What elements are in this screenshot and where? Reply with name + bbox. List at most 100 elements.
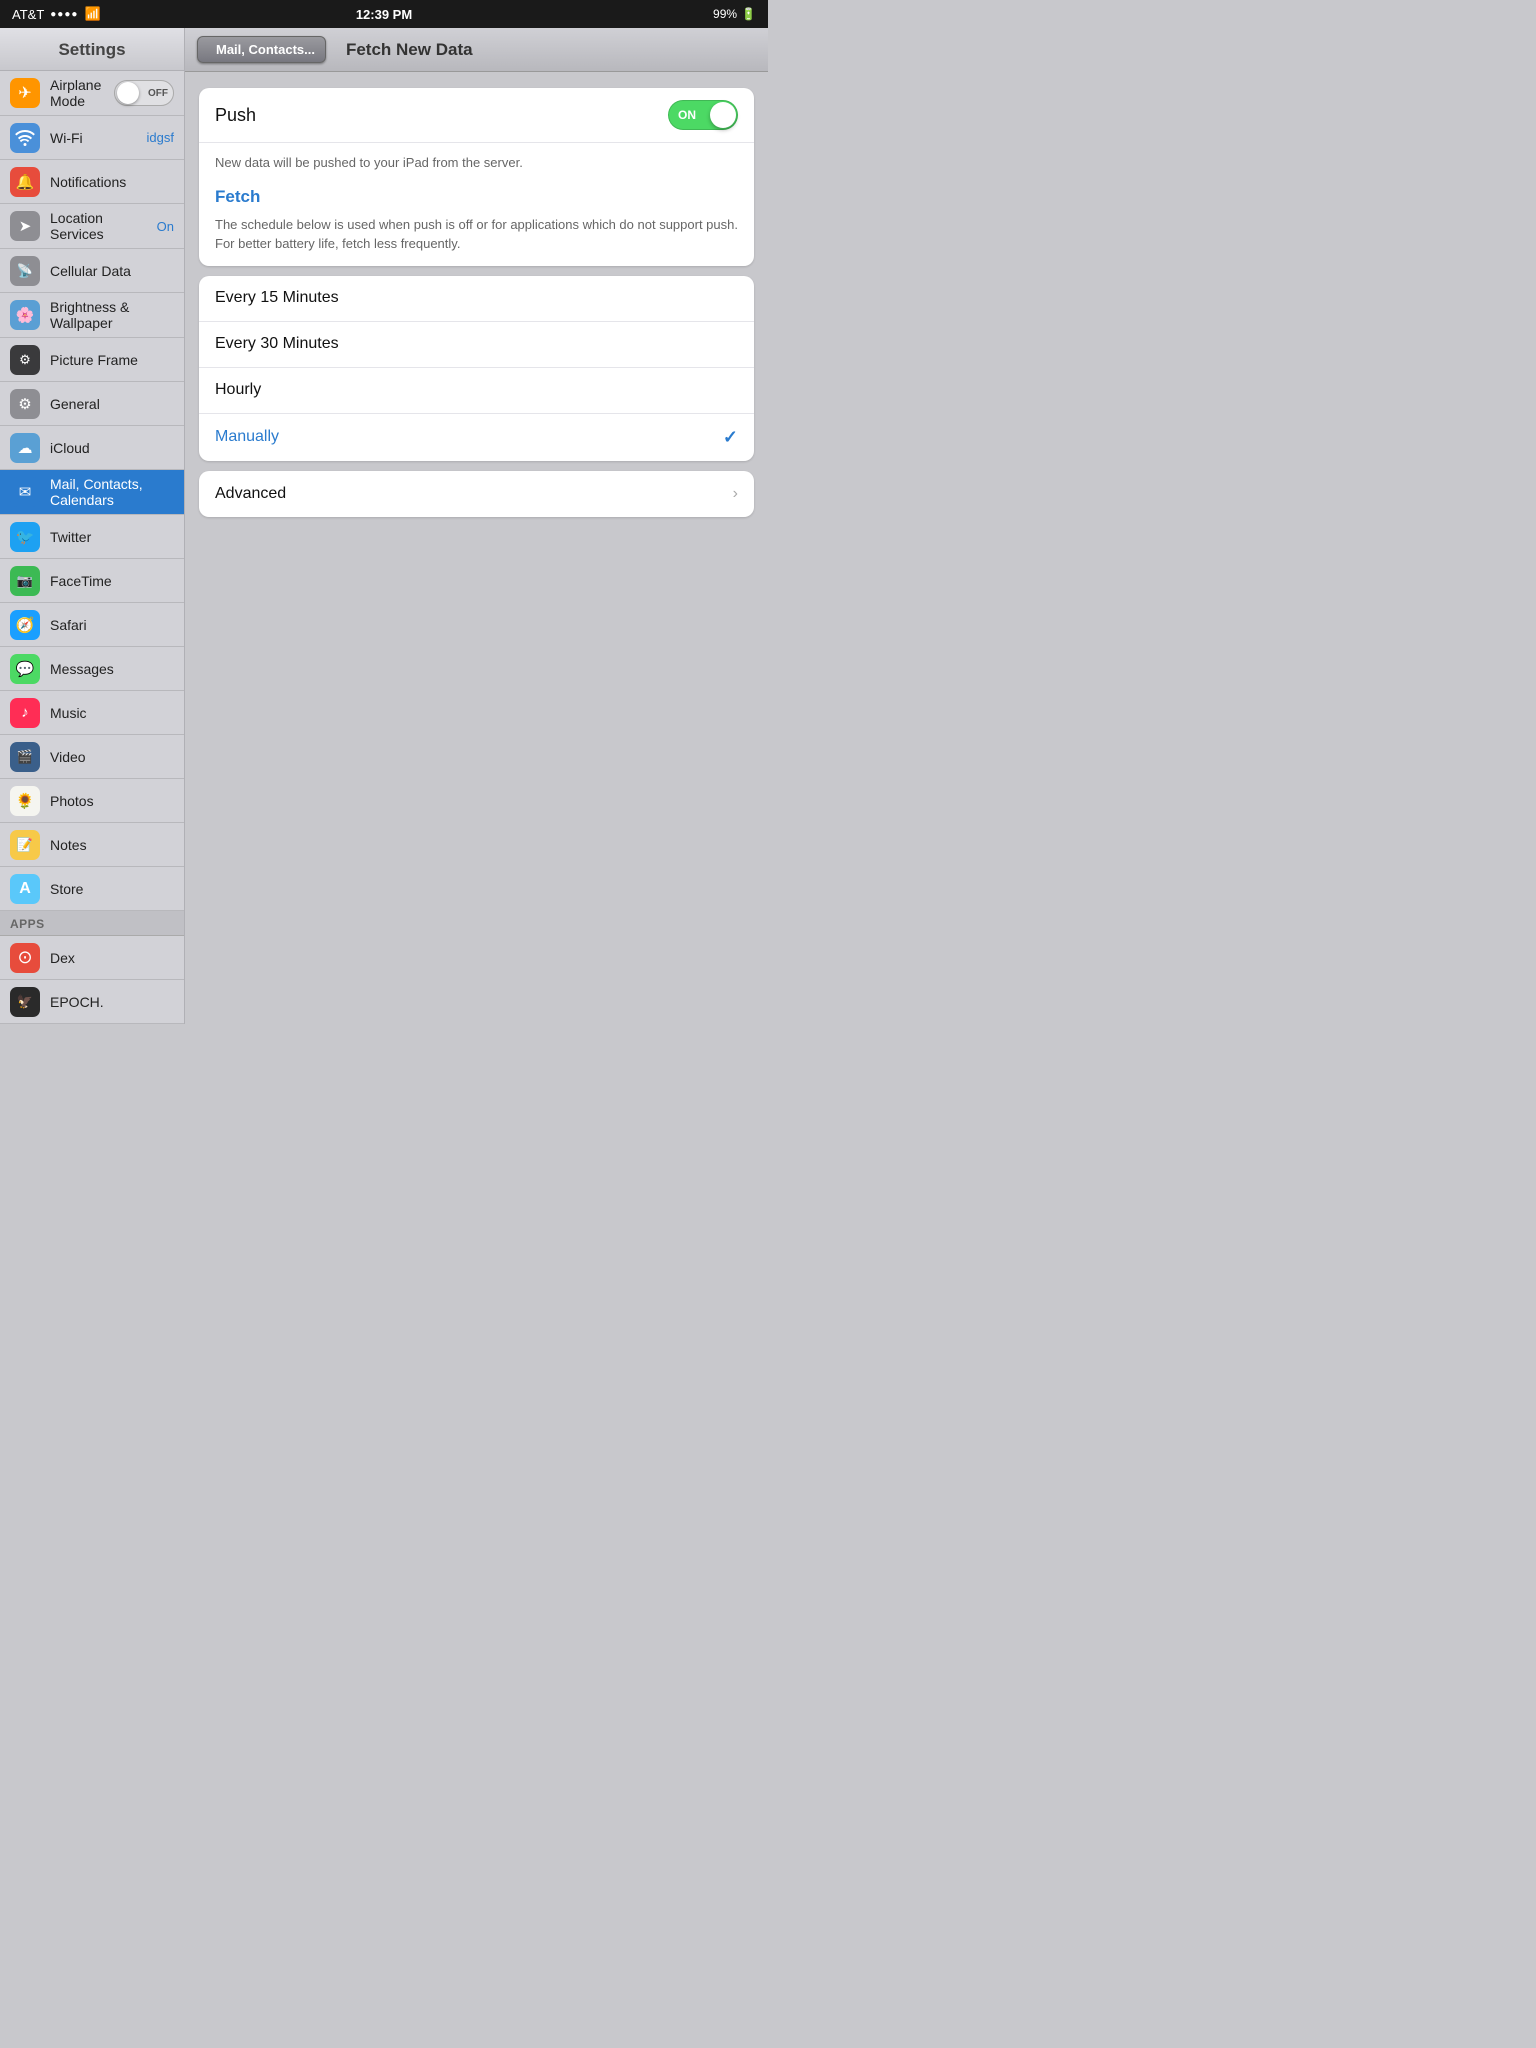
fetch-option-label: Every 30 Minutes [215, 335, 738, 353]
signal-icon: ●●●● [50, 9, 78, 20]
airplane-icon: ✈ [10, 78, 40, 108]
advanced-row[interactable]: Advanced › [199, 471, 754, 517]
push-toggle-knob [710, 102, 736, 128]
status-right: 99% 🔋 [713, 7, 756, 21]
status-left: AT&T ●●●● 📶 [12, 6, 101, 22]
advanced-label: Advanced [215, 485, 733, 503]
push-description: New data will be pushed to your iPad fro… [199, 143, 754, 181]
sidebar-item-label: Video [50, 749, 174, 765]
sidebar-item-label: FaceTime [50, 573, 174, 589]
sidebar-item-label: Picture Frame [50, 352, 174, 368]
general-icon: ⚙ [10, 389, 40, 419]
photos-icon: 🌻 [10, 786, 40, 816]
wifi-icon: 📶 [84, 6, 100, 22]
sidebar-item-label: Location Services [50, 210, 153, 242]
safari-icon: 🧭 [10, 610, 40, 640]
content-area: Mail, Contacts... Fetch New Data Push ON… [185, 28, 768, 1024]
sidebar-item-airplane-mode[interactable]: ✈ Airplane Mode OFF [0, 71, 184, 116]
cellular-icon: 📡 [10, 256, 40, 286]
notes-icon: 📝 [10, 830, 40, 860]
brightness-icon: 🌸 [10, 300, 40, 330]
wifi-value: idgsf [147, 130, 174, 145]
main-layout: Settings ✈ Airplane Mode OFF Wi-Fi idgsf… [0, 28, 768, 1024]
nav-bar: Mail, Contacts... Fetch New Data [185, 28, 768, 72]
sidebar-item-mail-contacts-calendars[interactable]: ✉ Mail, Contacts, Calendars [0, 470, 184, 515]
sidebar-item-label: Music [50, 705, 174, 721]
push-toggle[interactable]: ON [668, 100, 738, 130]
airplane-mode-toggle[interactable]: OFF [114, 80, 174, 106]
sidebar-item-location-services[interactable]: ➤ Location Services On [0, 204, 184, 249]
sidebar-item-label: Dex [50, 950, 174, 966]
apps-section-header: Apps [0, 911, 184, 936]
toggle-knob [117, 82, 139, 104]
checkmark-icon: ✓ [723, 427, 738, 448]
sidebar-item-label: EPOCH. [50, 994, 174, 1010]
sidebar-item-wifi[interactable]: Wi-Fi idgsf [0, 116, 184, 160]
sidebar-item-picture-frame[interactable]: ⚙ Picture Frame [0, 338, 184, 382]
sidebar-item-label: Brightness & Wallpaper [50, 299, 174, 331]
mail-icon: ✉ [10, 477, 40, 507]
sidebar-item-store[interactable]: A Store [0, 867, 184, 911]
push-on-label: ON [678, 108, 696, 122]
sidebar-title: Settings [0, 28, 184, 71]
chevron-right-icon: › [733, 485, 738, 503]
sidebar-item-safari[interactable]: 🧭 Safari [0, 603, 184, 647]
sidebar-item-label: General [50, 396, 174, 412]
nav-back-button[interactable]: Mail, Contacts... [197, 36, 326, 63]
content-body: Push ON New data will be pushed to your … [185, 72, 768, 1024]
status-bar: AT&T ●●●● 📶 12:39 PM 99% 🔋 [0, 0, 768, 28]
fetch-option-manually[interactable]: Manually ✓ [199, 414, 754, 461]
dex-icon: ⊙ [10, 943, 40, 973]
fetch-description: The schedule below is used when push is … [199, 215, 754, 266]
sidebar-item-facetime[interactable]: 📷 FaceTime [0, 559, 184, 603]
sidebar-item-label: Airplane Mode [50, 77, 114, 109]
sidebar-item-brightness-wallpaper[interactable]: 🌸 Brightness & Wallpaper [0, 293, 184, 338]
video-icon: 🎬 [10, 742, 40, 772]
toggle-off-label: OFF [148, 88, 168, 99]
battery-percentage: 99% [713, 7, 737, 21]
sidebar-item-label: Messages [50, 661, 174, 677]
fetch-option-every-15[interactable]: Every 15 Minutes [199, 276, 754, 322]
sidebar-item-general[interactable]: ⚙ General [0, 382, 184, 426]
sidebar-item-label: Wi-Fi [50, 130, 143, 146]
fetch-option-label: Hourly [215, 381, 738, 399]
messages-icon: 💬 [10, 654, 40, 684]
sidebar-item-label: Notifications [50, 174, 174, 190]
twitter-icon: 🐦 [10, 522, 40, 552]
fetch-option-label-selected: Manually [215, 428, 723, 446]
sidebar-item-label: Twitter [50, 529, 174, 545]
carrier-label: AT&T [12, 7, 44, 22]
sidebar-item-cellular-data[interactable]: 📡 Cellular Data [0, 249, 184, 293]
sidebar: Settings ✈ Airplane Mode OFF Wi-Fi idgsf… [0, 28, 185, 1024]
sidebar-item-epoch[interactable]: 🦅 EPOCH. [0, 980, 184, 1024]
sidebar-item-photos[interactable]: 🌻 Photos [0, 779, 184, 823]
sidebar-item-messages[interactable]: 💬 Messages [0, 647, 184, 691]
push-card: Push ON New data will be pushed to your … [199, 88, 754, 266]
fetch-options-card: Every 15 Minutes Every 30 Minutes Hourly… [199, 276, 754, 461]
picture-frame-icon: ⚙ [10, 345, 40, 375]
push-row: Push ON [199, 88, 754, 143]
sidebar-item-video[interactable]: 🎬 Video [0, 735, 184, 779]
sidebar-item-music[interactable]: ♪ Music [0, 691, 184, 735]
fetch-option-every-30[interactable]: Every 30 Minutes [199, 322, 754, 368]
nav-title: Fetch New Data [346, 40, 756, 60]
sidebar-item-icloud[interactable]: ☁ iCloud [0, 426, 184, 470]
sidebar-item-label: Cellular Data [50, 263, 174, 279]
push-label: Push [215, 105, 668, 126]
fetch-option-label: Every 15 Minutes [215, 289, 738, 307]
status-time: 12:39 PM [356, 7, 412, 22]
sidebar-item-label: Safari [50, 617, 174, 633]
sidebar-item-notes[interactable]: 📝 Notes [0, 823, 184, 867]
sidebar-item-twitter[interactable]: 🐦 Twitter [0, 515, 184, 559]
battery-icon: 🔋 [741, 7, 756, 21]
sidebar-item-dex[interactable]: ⊙ Dex [0, 936, 184, 980]
sidebar-item-label: Store [50, 881, 174, 897]
epoch-icon: 🦅 [10, 987, 40, 1017]
location-icon: ➤ [10, 211, 40, 241]
location-value: On [157, 219, 174, 234]
advanced-card: Advanced › [199, 471, 754, 517]
sidebar-item-label: iCloud [50, 440, 174, 456]
sidebar-item-notifications[interactable]: 🔔 Notifications [0, 160, 184, 204]
fetch-option-hourly[interactable]: Hourly [199, 368, 754, 414]
music-icon: ♪ [10, 698, 40, 728]
